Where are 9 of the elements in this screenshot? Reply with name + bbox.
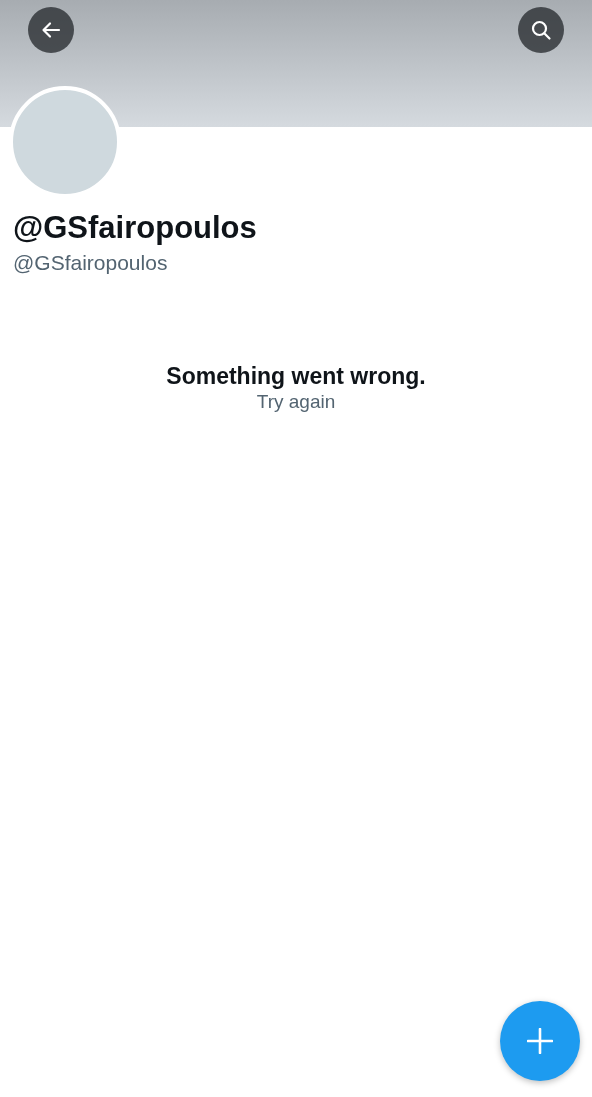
plus-icon [527, 1028, 553, 1054]
user-handle: @GSfairopoulos [13, 250, 169, 276]
compose-button[interactable] [500, 1001, 580, 1081]
try-again-link[interactable]: Try again [256, 390, 336, 414]
error-title: Something went wrong. [166, 362, 426, 390]
search-icon [530, 19, 552, 41]
display-name: @GSfairopoulos [13, 210, 258, 246]
back-button[interactable] [28, 7, 74, 53]
search-button[interactable] [518, 7, 564, 53]
